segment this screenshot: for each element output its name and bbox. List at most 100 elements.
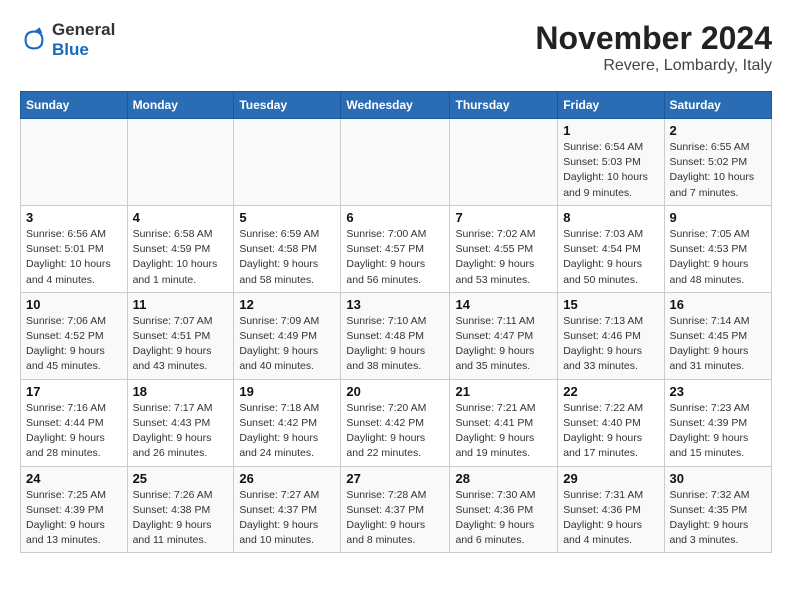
logo-icon: [20, 26, 48, 54]
calendar-title-block: November 2024 Revere, Lombardy, Italy: [535, 20, 772, 75]
day-info: Sunrise: 7:03 AMSunset: 4:54 PMDaylight:…: [563, 227, 658, 288]
calendar-cell: 6 Sunrise: 7:00 AMSunset: 4:57 PMDaylight…: [341, 205, 450, 292]
calendar-week-3: 10 Sunrise: 7:06 AMSunset: 4:52 PMDayligh…: [21, 292, 772, 379]
calendar-cell: 27 Sunrise: 7:28 AMSunset: 4:37 PMDayligh…: [341, 466, 450, 553]
calendar-cell: 10 Sunrise: 7:06 AMSunset: 4:52 PMDayligh…: [21, 292, 128, 379]
page-header: General Blue November 2024 Revere, Lomba…: [20, 20, 772, 75]
calendar-cell: 5 Sunrise: 6:59 AMSunset: 4:58 PMDaylight…: [234, 205, 341, 292]
day-number: 19: [239, 384, 335, 399]
calendar-week-4: 17 Sunrise: 7:16 AMSunset: 4:44 PMDayligh…: [21, 379, 772, 466]
calendar-cell: 12 Sunrise: 7:09 AMSunset: 4:49 PMDayligh…: [234, 292, 341, 379]
day-number: 26: [239, 471, 335, 486]
day-info: Sunrise: 7:30 AMSunset: 4:36 PMDaylight:…: [455, 488, 552, 549]
header-monday: Monday: [127, 92, 234, 119]
header-tuesday: Tuesday: [234, 92, 341, 119]
calendar-cell: 17 Sunrise: 7:16 AMSunset: 4:44 PMDayligh…: [21, 379, 128, 466]
day-number: 6: [346, 210, 444, 225]
calendar-cell: 28 Sunrise: 7:30 AMSunset: 4:36 PMDayligh…: [450, 466, 558, 553]
day-info: Sunrise: 7:13 AMSunset: 4:46 PMDaylight:…: [563, 314, 658, 375]
day-info: Sunrise: 7:05 AMSunset: 4:53 PMDaylight:…: [670, 227, 767, 288]
day-info: Sunrise: 7:16 AMSunset: 4:44 PMDaylight:…: [26, 401, 122, 462]
day-number: 1: [563, 123, 658, 138]
calendar-cell: 2 Sunrise: 6:55 AMSunset: 5:02 PMDaylight…: [664, 119, 772, 206]
day-info: Sunrise: 7:21 AMSunset: 4:41 PMDaylight:…: [455, 401, 552, 462]
calendar-subtitle: Revere, Lombardy, Italy: [535, 57, 772, 75]
day-number: 7: [455, 210, 552, 225]
day-info: Sunrise: 7:27 AMSunset: 4:37 PMDaylight:…: [239, 488, 335, 549]
day-number: 23: [670, 384, 767, 399]
calendar-cell: 26 Sunrise: 7:27 AMSunset: 4:37 PMDayligh…: [234, 466, 341, 553]
calendar-cell: 22Sunrise: 7:22 AMSunset: 4:40 PMDayligh…: [558, 379, 664, 466]
day-info: Sunrise: 6:55 AMSunset: 5:02 PMDaylight:…: [670, 140, 767, 201]
day-number: 30: [670, 471, 767, 486]
day-number: 21: [455, 384, 552, 399]
calendar-cell: 9 Sunrise: 7:05 AMSunset: 4:53 PMDaylight…: [664, 205, 772, 292]
calendar-week-2: 3 Sunrise: 6:56 AMSunset: 5:01 PMDaylight…: [21, 205, 772, 292]
day-number: 10: [26, 297, 122, 312]
day-info: Sunrise: 7:06 AMSunset: 4:52 PMDaylight:…: [26, 314, 122, 375]
day-number: 5: [239, 210, 335, 225]
calendar-cell: 23 Sunrise: 7:23 AMSunset: 4:39 PMDayligh…: [664, 379, 772, 466]
calendar-cell: [234, 119, 341, 206]
calendar-cell: 11 Sunrise: 7:07 AMSunset: 4:51 PMDayligh…: [127, 292, 234, 379]
calendar-cell: [450, 119, 558, 206]
day-number: 14: [455, 297, 552, 312]
day-number: 28: [455, 471, 552, 486]
day-info: Sunrise: 7:00 AMSunset: 4:57 PMDaylight:…: [346, 227, 444, 288]
logo-text: General Blue: [52, 20, 115, 59]
calendar-cell: 4Sunrise: 6:58 AMSunset: 4:59 PMDaylight…: [127, 205, 234, 292]
day-info: Sunrise: 7:26 AMSunset: 4:38 PMDaylight:…: [133, 488, 229, 549]
header-friday: Friday: [558, 92, 664, 119]
day-info: Sunrise: 7:02 AMSunset: 4:55 PMDaylight:…: [455, 227, 552, 288]
day-number: 22: [563, 384, 658, 399]
day-info: Sunrise: 7:25 AMSunset: 4:39 PMDaylight:…: [26, 488, 122, 549]
day-info: Sunrise: 7:10 AMSunset: 4:48 PMDaylight:…: [346, 314, 444, 375]
calendar-cell: 13 Sunrise: 7:10 AMSunset: 4:48 PMDayligh…: [341, 292, 450, 379]
calendar-cell: 7 Sunrise: 7:02 AMSunset: 4:55 PMDaylight…: [450, 205, 558, 292]
calendar-cell: 14 Sunrise: 7:11 AMSunset: 4:47 PMDayligh…: [450, 292, 558, 379]
day-info: Sunrise: 6:59 AMSunset: 4:58 PMDaylight:…: [239, 227, 335, 288]
calendar-cell: [21, 119, 128, 206]
calendar-cell: 18 Sunrise: 7:17 AMSunset: 4:43 PMDayligh…: [127, 379, 234, 466]
day-number: 3: [26, 210, 122, 225]
calendar-cell: 30Sunrise: 7:32 AMSunset: 4:35 PMDayligh…: [664, 466, 772, 553]
day-number: 18: [133, 384, 229, 399]
day-info: Sunrise: 7:23 AMSunset: 4:39 PMDaylight:…: [670, 401, 767, 462]
day-number: 2: [670, 123, 767, 138]
calendar-cell: 24 Sunrise: 7:25 AMSunset: 4:39 PMDayligh…: [21, 466, 128, 553]
day-number: 9: [670, 210, 767, 225]
calendar-cell: [127, 119, 234, 206]
calendar-cell: 3 Sunrise: 6:56 AMSunset: 5:01 PMDaylight…: [21, 205, 128, 292]
header-sunday: Sunday: [21, 92, 128, 119]
day-info: Sunrise: 7:14 AMSunset: 4:45 PMDaylight:…: [670, 314, 767, 375]
day-number: 12: [239, 297, 335, 312]
calendar-table: SundayMondayTuesdayWednesdayThursdayFrid…: [20, 91, 772, 553]
calendar-cell: [341, 119, 450, 206]
day-number: 4: [133, 210, 229, 225]
calendar-header-row: SundayMondayTuesdayWednesdayThursdayFrid…: [21, 92, 772, 119]
day-number: 27: [346, 471, 444, 486]
calendar-cell: 21 Sunrise: 7:21 AMSunset: 4:41 PMDayligh…: [450, 379, 558, 466]
day-number: 24: [26, 471, 122, 486]
day-info: Sunrise: 6:56 AMSunset: 5:01 PMDaylight:…: [26, 227, 122, 288]
day-number: 8: [563, 210, 658, 225]
day-info: Sunrise: 7:28 AMSunset: 4:37 PMDaylight:…: [346, 488, 444, 549]
day-number: 20: [346, 384, 444, 399]
day-info: Sunrise: 7:11 AMSunset: 4:47 PMDaylight:…: [455, 314, 552, 375]
day-info: Sunrise: 7:07 AMSunset: 4:51 PMDaylight:…: [133, 314, 229, 375]
day-info: Sunrise: 7:09 AMSunset: 4:49 PMDaylight:…: [239, 314, 335, 375]
day-number: 25: [133, 471, 229, 486]
calendar-cell: 15Sunrise: 7:13 AMSunset: 4:46 PMDayligh…: [558, 292, 664, 379]
day-number: 13: [346, 297, 444, 312]
day-info: Sunrise: 6:54 AMSunset: 5:03 PMDaylight:…: [563, 140, 658, 201]
day-info: Sunrise: 7:20 AMSunset: 4:42 PMDaylight:…: [346, 401, 444, 462]
header-thursday: Thursday: [450, 92, 558, 119]
calendar-cell: 25 Sunrise: 7:26 AMSunset: 4:38 PMDayligh…: [127, 466, 234, 553]
logo: General Blue: [20, 20, 115, 59]
header-wednesday: Wednesday: [341, 92, 450, 119]
day-info: Sunrise: 7:31 AMSunset: 4:36 PMDaylight:…: [563, 488, 658, 549]
day-number: 17: [26, 384, 122, 399]
day-number: 29: [563, 471, 658, 486]
day-number: 11: [133, 297, 229, 312]
day-info: Sunrise: 7:17 AMSunset: 4:43 PMDaylight:…: [133, 401, 229, 462]
